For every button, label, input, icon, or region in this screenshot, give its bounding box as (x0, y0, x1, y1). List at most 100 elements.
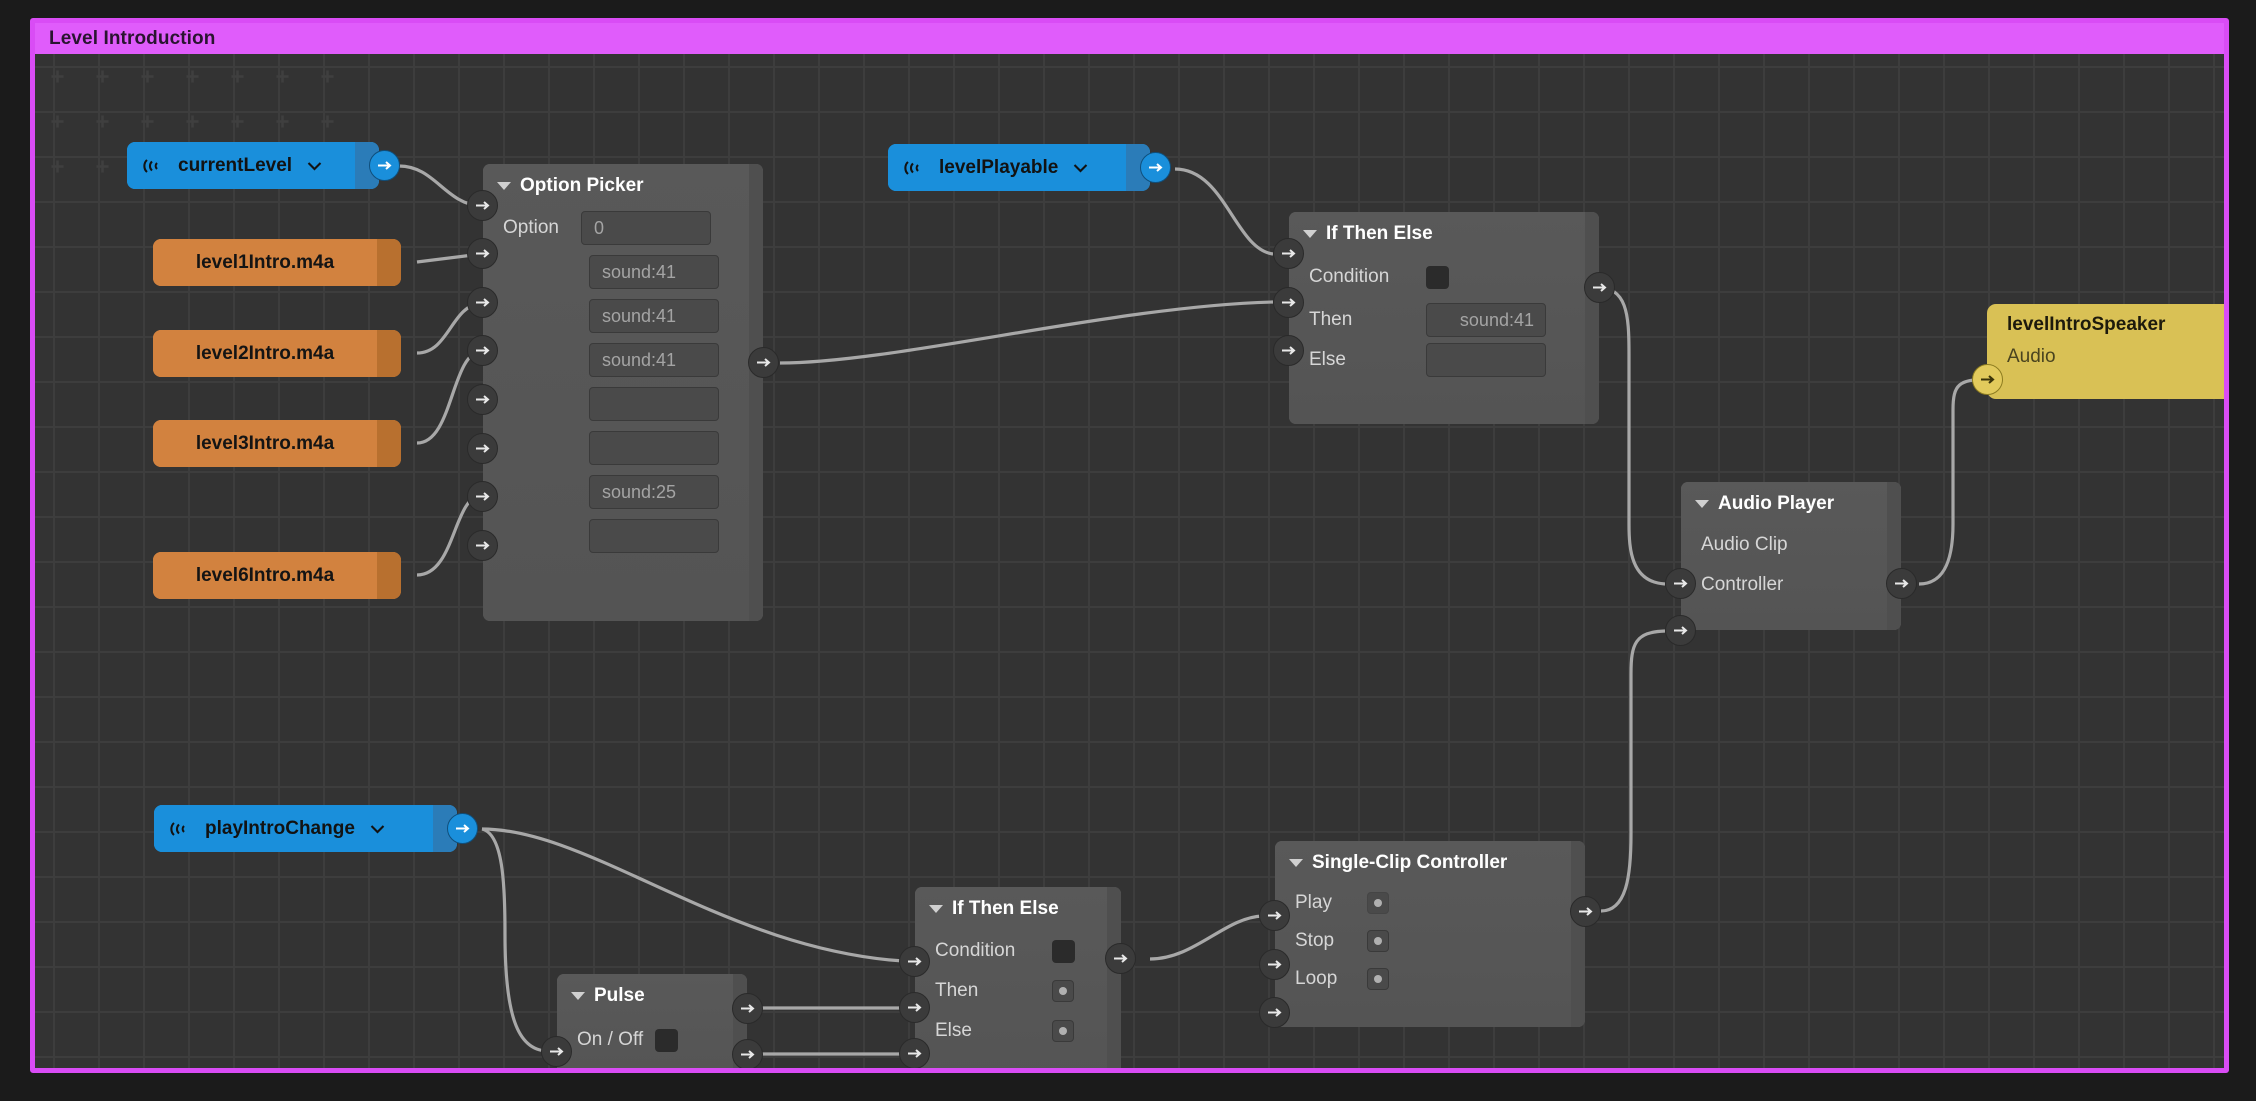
input-port-stop[interactable] (1259, 949, 1290, 980)
chevron-down-icon[interactable] (370, 824, 385, 834)
row-on-off[interactable]: On / Off (557, 1025, 747, 1055)
option-picker-row-option[interactable]: Option 0 (483, 211, 763, 245)
option-slot-field[interactable]: sound:41 (589, 299, 719, 333)
node-variable-level-playable[interactable]: levelPlayable (888, 144, 1171, 191)
input-port-2[interactable] (467, 287, 498, 318)
input-port-on-off[interactable] (541, 1036, 572, 1067)
input-port-condition[interactable] (1273, 238, 1304, 269)
input-port-else[interactable] (899, 1038, 930, 1068)
node-body[interactable]: Audio Player Audio Clip Controller (1681, 482, 1901, 630)
node-single-clip-controller[interactable]: Single-Clip Controller Play Stop Loop (1259, 841, 1601, 1028)
node-body[interactable]: If Then Else Condition Then Else (915, 887, 1121, 1068)
condition-bool-swatch[interactable] (1426, 265, 1449, 289)
input-port-controller[interactable] (1665, 615, 1696, 646)
then-value-field[interactable]: sound:41 (1426, 303, 1546, 337)
row-play[interactable]: Play (1275, 888, 1585, 918)
node-body[interactable]: If Then Else Condition Then sound:41 Els… (1289, 212, 1599, 424)
row-stop[interactable]: Stop (1275, 926, 1585, 956)
node-asset-level6[interactable]: level6Intro.m4a (153, 552, 521, 599)
node-if-then-else-top[interactable]: If Then Else Condition Then sound:41 Els… (1273, 212, 1615, 424)
output-port[interactable] (369, 150, 400, 181)
option-value-field[interactable]: 0 (581, 211, 711, 245)
option-slot-field[interactable]: sound:25 (589, 475, 719, 509)
input-port-3[interactable] (467, 335, 498, 366)
output-port[interactable] (1140, 152, 1171, 183)
variable-pill[interactable]: playIntroChange (154, 805, 457, 852)
row-else[interactable]: Else (915, 1015, 1121, 1047)
chevron-down-icon[interactable] (1073, 163, 1088, 173)
on-off-bool-swatch[interactable] (655, 1028, 679, 1052)
triangle-down-icon[interactable] (1303, 230, 1317, 238)
option-picker-row-2[interactable]: sound:41 (483, 299, 763, 333)
condition-bool-swatch[interactable] (1052, 939, 1075, 963)
node-title[interactable]: Pulse (557, 985, 747, 1007)
option-picker-row-5[interactable] (483, 431, 763, 465)
output-port-2[interactable] (732, 1039, 763, 1068)
triangle-down-icon[interactable] (497, 182, 511, 190)
output-port[interactable] (1886, 568, 1917, 599)
asset-pill[interactable]: level1Intro.m4a (153, 239, 401, 286)
asset-pill-body[interactable]: level1Intro.m4a (153, 239, 377, 286)
output-port[interactable] (1105, 943, 1136, 974)
node-variable-current-level[interactable]: currentLevel (127, 142, 400, 189)
group-frame-level-introduction[interactable]: Level Introduction currentLevel level1In… (30, 18, 2229, 1073)
input-port-play[interactable] (1259, 900, 1290, 931)
node-asset-level3[interactable]: level3Intro.m4a (153, 420, 521, 467)
asset-pill-body[interactable]: level6Intro.m4a (153, 552, 377, 599)
option-picker-row-7[interactable] (483, 519, 763, 553)
node-graph-canvas[interactable]: Level Introduction currentLevel level1In… (0, 0, 2256, 1101)
input-port-1[interactable] (467, 238, 498, 269)
output-port[interactable] (1584, 272, 1615, 303)
else-value-field[interactable] (1426, 343, 1546, 377)
option-slot-field[interactable]: sound:41 (589, 255, 719, 289)
node-body[interactable]: Option Picker Option 0 sound:41 sound:41… (483, 164, 763, 621)
row-condition[interactable]: Condition (1289, 260, 1599, 294)
variable-pill-body[interactable]: playIntroChange (154, 805, 433, 852)
input-port-then[interactable] (1273, 287, 1304, 318)
row-condition[interactable]: Condition (915, 935, 1121, 967)
option-slot-field[interactable] (589, 387, 719, 421)
row-controller[interactable]: Controller (1681, 571, 1901, 599)
node-title[interactable]: Audio Player (1681, 493, 1901, 515)
option-slot-field[interactable] (589, 431, 719, 465)
output-port[interactable] (748, 347, 779, 378)
option-slot-field[interactable] (589, 519, 719, 553)
variable-pill[interactable]: currentLevel (127, 142, 379, 189)
node-variable-play-intro-change[interactable]: playIntroChange (154, 805, 478, 852)
node-body[interactable]: Pulse On / Off (557, 974, 747, 1068)
output-port[interactable] (447, 813, 478, 844)
asset-pill[interactable]: level3Intro.m4a (153, 420, 401, 467)
triangle-down-icon[interactable] (1695, 500, 1709, 508)
triangle-down-icon[interactable] (571, 992, 585, 1000)
input-port-5[interactable] (467, 433, 498, 464)
asset-pill-body[interactable]: level2Intro.m4a (153, 330, 377, 377)
node-title[interactable]: If Then Else (915, 898, 1121, 920)
stop-pulse-swatch[interactable] (1367, 930, 1389, 952)
node-title[interactable]: Option Picker (483, 175, 763, 197)
asset-pill-body[interactable]: level3Intro.m4a (153, 420, 377, 467)
speaker-body[interactable]: levelIntroSpeaker Audio (1987, 304, 2224, 399)
input-port-audio[interactable] (1972, 364, 2003, 395)
option-picker-row-4[interactable] (483, 387, 763, 421)
node-audio-player[interactable]: Audio Player Audio Clip Controller (1665, 482, 1917, 646)
row-loop[interactable]: Loop (1275, 964, 1585, 994)
output-port[interactable] (1570, 896, 1601, 927)
triangle-down-icon[interactable] (929, 905, 943, 913)
node-title[interactable]: If Then Else (1289, 223, 1599, 245)
option-picker-row-1[interactable]: sound:41 (483, 255, 763, 289)
input-port-4[interactable] (467, 384, 498, 415)
node-if-then-else-bottom[interactable]: If Then Else Condition Then Else (899, 887, 1136, 1068)
variable-pill[interactable]: levelPlayable (888, 144, 1150, 191)
play-pulse-swatch[interactable] (1367, 892, 1389, 914)
asset-pill[interactable]: level2Intro.m4a (153, 330, 401, 377)
row-else[interactable]: Else (1289, 343, 1599, 377)
output-port-1[interactable] (732, 993, 763, 1024)
chevron-down-icon[interactable] (307, 161, 322, 171)
input-port-condition[interactable] (899, 946, 930, 977)
input-port-audio-clip[interactable] (1665, 568, 1696, 599)
option-slot-field[interactable]: sound:41 (589, 343, 719, 377)
variable-pill-body[interactable]: levelPlayable (888, 144, 1126, 191)
asset-pill[interactable]: level6Intro.m4a (153, 552, 401, 599)
node-body[interactable]: Single-Clip Controller Play Stop Loop (1275, 841, 1585, 1027)
else-pulse-swatch[interactable] (1052, 1020, 1074, 1042)
